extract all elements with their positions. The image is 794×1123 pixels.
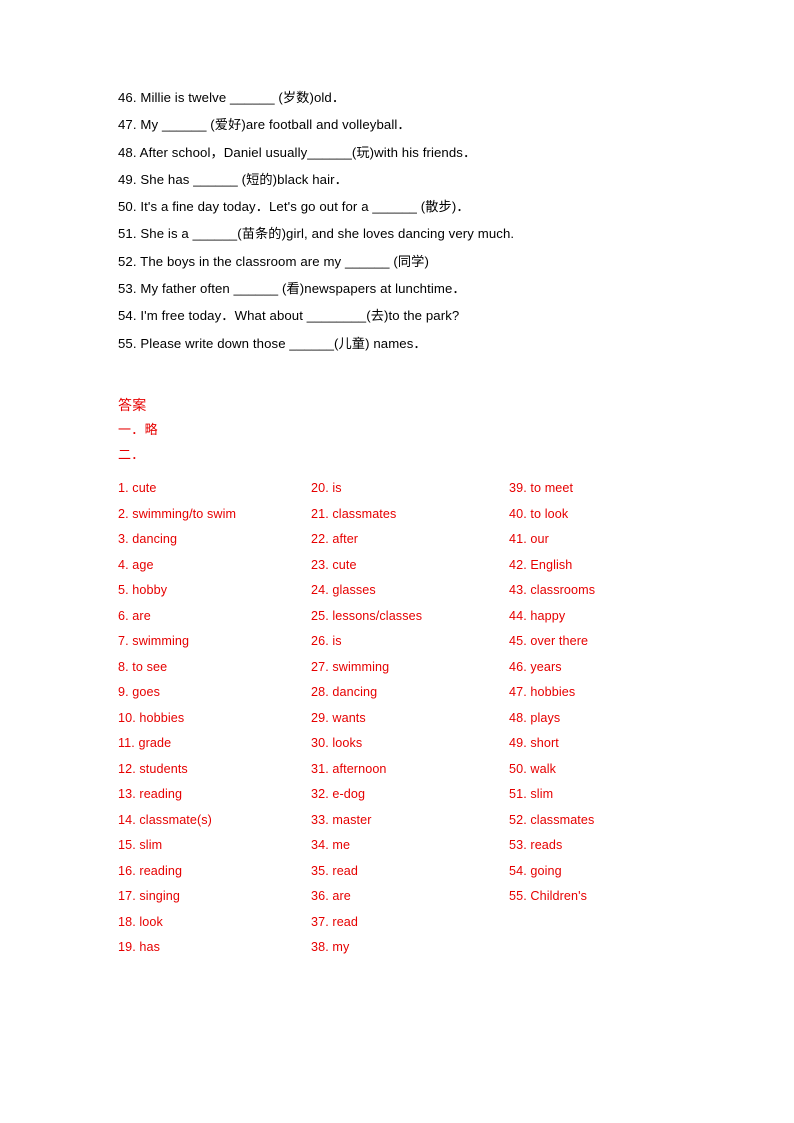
answer-item: 54. going <box>509 863 562 878</box>
question-item: 55. Please write down those ______(儿童) n… <box>118 335 427 351</box>
answer-item: 8. to see <box>118 659 168 674</box>
answer-key-title: 答案 <box>118 397 147 413</box>
answer-item: 11. grade <box>118 736 172 750</box>
question-item: 50. It's a fine day today．Let's go out f… <box>118 199 470 215</box>
answer-item: 23. cute <box>311 557 357 572</box>
answer-item: 41. our <box>509 532 549 546</box>
answer-item: 46. years <box>509 659 562 674</box>
answer-column-2: 20. is 21. classmates 22. after 23. cute… <box>311 476 509 961</box>
question-item: 51. She is a ______(苗条的)girl, and she lo… <box>118 226 515 242</box>
answer-item: 19. has <box>118 940 161 954</box>
answer-item: 49. short <box>509 736 559 750</box>
question-item: 47. My ______ (爱好)are football and volle… <box>118 117 411 133</box>
answer-part-two: 二． <box>118 447 145 462</box>
answer-column-1: 1. cute 2. swimming/to swim 3. dancing 4… <box>118 476 311 961</box>
answer-item: 7. swimming <box>118 634 190 648</box>
answer-item: 28. dancing <box>311 685 378 699</box>
answer-item: 47. hobbies <box>509 685 576 699</box>
answer-item: 27. swimming <box>311 659 390 674</box>
answer-item: 55. Children's <box>509 889 588 903</box>
answer-item: 45. over there <box>509 634 589 648</box>
question-list: 46. Millie is twelve ______ (岁数)old． 47.… <box>118 84 678 357</box>
answer-item: 12. students <box>118 761 188 776</box>
answer-item: 4. age <box>118 557 154 572</box>
answer-item: 18. look <box>118 914 163 929</box>
answer-item: 21. classmates <box>311 506 397 521</box>
answer-item: 24. glasses <box>311 583 376 597</box>
answer-item: 44. happy <box>509 608 566 623</box>
answer-item: 29. wants <box>311 710 366 725</box>
answer-item: 33. master <box>311 812 372 827</box>
answer-item: 38. my <box>311 940 350 954</box>
answer-part-one: 一．略 <box>118 422 158 437</box>
answer-item: 13. reading <box>118 787 183 801</box>
question-item: 48. After school，Daniel usually______(玩)… <box>118 144 477 160</box>
worksheet-page: 46. Millie is twelve ______ (岁数)old． 47.… <box>0 0 794 1123</box>
answer-item: 39. to meet <box>509 481 574 495</box>
answer-item: 5. hobby <box>118 583 168 597</box>
answer-item: 14. classmate(s) <box>118 812 212 827</box>
answer-item: 31. afternoon <box>311 761 387 776</box>
answer-item: 35. read <box>311 863 359 878</box>
answer-item: 32. e-dog <box>311 787 366 801</box>
answer-item: 48. plays <box>509 710 561 725</box>
question-item: 53. My father often ______ (看)newspapers… <box>118 281 466 297</box>
answer-item: 52. classmates <box>509 812 595 827</box>
question-item: 52. The boys in the classroom are my ___… <box>118 253 429 269</box>
answer-item: 10. hobbies <box>118 710 185 725</box>
answer-item: 3. dancing <box>118 532 178 546</box>
answer-item: 9. goes <box>118 685 161 699</box>
answer-item: 15. slim <box>118 838 163 852</box>
answer-item: 25. lessons/classes <box>311 608 423 623</box>
answer-item: 42. English <box>509 557 573 572</box>
answer-item: 37. read <box>311 914 359 929</box>
question-item: 54. I'm free today．What about ________(去… <box>118 308 460 324</box>
answer-item: 43. classrooms <box>509 583 596 597</box>
question-item: 46. Millie is twelve ______ (岁数)old． <box>118 90 346 105</box>
answer-item: 17. singing <box>118 889 181 903</box>
answer-item: 51. slim <box>509 787 554 801</box>
answer-item: 53. reads <box>509 838 563 852</box>
answer-column-3: 39. to meet 40. to look 41. our 42. Engl… <box>509 476 709 910</box>
answer-item: 36. are <box>311 889 351 903</box>
answer-item: 2. swimming/to swim <box>118 506 237 521</box>
answer-item: 20. is <box>311 481 342 495</box>
answer-item: 1. cute <box>118 481 157 495</box>
answer-item: 30. looks <box>311 736 363 750</box>
answer-item: 50. walk <box>509 761 556 776</box>
answer-key-columns: 1. cute 2. swimming/to swim 3. dancing 4… <box>118 476 718 961</box>
answer-item: 40. to look <box>509 506 569 521</box>
question-item: 49. She has ______ (短的)black hair． <box>118 171 348 187</box>
answer-item: 26. is <box>311 634 342 648</box>
answer-item: 34. me <box>311 838 351 852</box>
answer-item: 22. after <box>311 532 359 546</box>
answer-key-header: 答案 一．略 二． <box>118 393 518 467</box>
answer-item: 6. are <box>118 608 151 623</box>
answer-item: 16. reading <box>118 863 183 878</box>
